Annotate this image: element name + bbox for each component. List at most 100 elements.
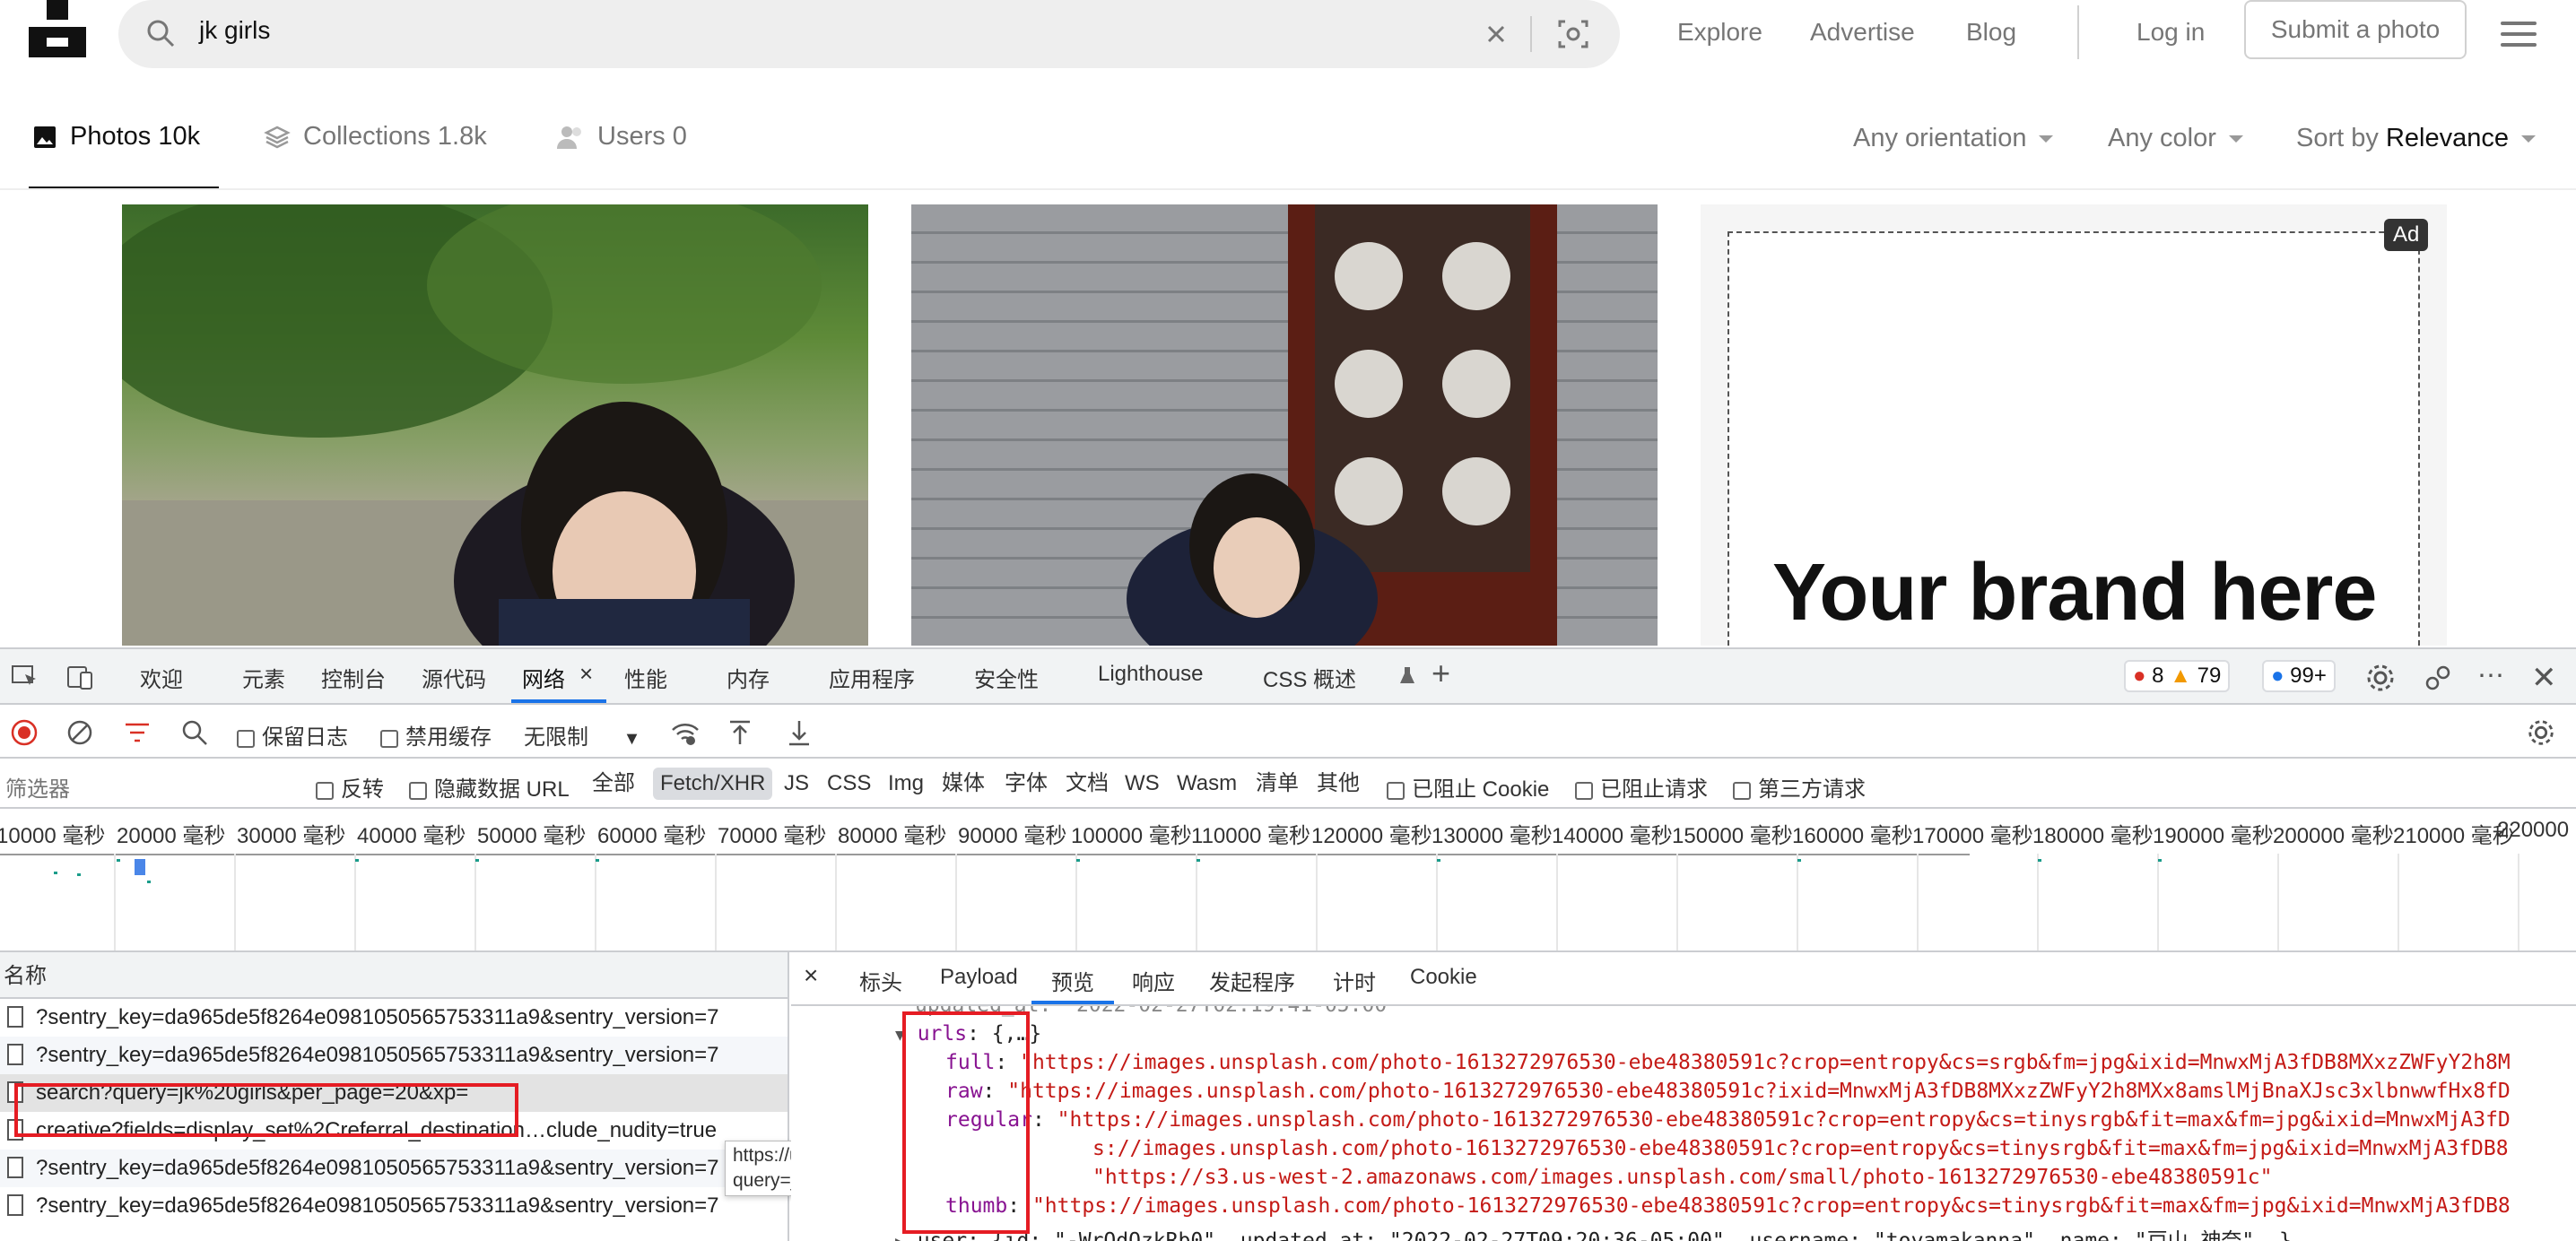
tick-label: 30000 毫秒 — [237, 824, 346, 848]
nav-blog[interactable]: Blog — [1966, 18, 2016, 47]
detail-tab-headers[interactable]: 标头 — [859, 965, 902, 996]
issues-badge[interactable]: ● 8 ▲ 79 — [2124, 660, 2231, 692]
login-link[interactable]: Log in — [2137, 18, 2205, 47]
header-divider — [2077, 5, 2079, 59]
photo-result-1[interactable] — [122, 204, 868, 646]
add-tab-icon[interactable]: + — [1432, 655, 1450, 692]
filter-type-ws[interactable]: WS — [1118, 768, 1167, 800]
customize-icon[interactable] — [2422, 662, 2454, 699]
devtools-tab-application[interactable]: 应用程序 — [829, 662, 915, 693]
filter-type-css[interactable]: CSS — [820, 768, 878, 800]
filter-type-other[interactable]: 其他 — [1310, 768, 1367, 800]
close-detail-icon[interactable]: × — [804, 961, 818, 990]
devtools-tab-css-overview[interactable]: CSS 概述 — [1263, 662, 1356, 693]
detail-tab-preview[interactable]: 预览 — [1051, 965, 1094, 996]
blocked-requests-checkbox[interactable]: 已阻止请求 — [1575, 771, 1708, 803]
search-bar[interactable]: jk girls — [118, 0, 1620, 68]
json-line-small: s://images.unsplash.com/photo-1613272976… — [1092, 1137, 2509, 1160]
detail-tab-initiator[interactable]: 发起程序 — [1209, 965, 1295, 996]
devtools-tab-security[interactable]: 安全性 — [974, 662, 1039, 693]
filter-type-media[interactable]: 媒体 — [935, 768, 992, 800]
json-preview[interactable]: updated_at: "2022-02-27T02:19:41-05:00" … — [791, 1006, 2576, 1241]
table-row[interactable]: ?sentry_key=da965de5f8264e09810505657533… — [0, 1187, 788, 1225]
json-line-user[interactable]: ▶ user: {id: "-WrOdOzkRb0", updated_at: … — [895, 1223, 2292, 1241]
settings-gear-icon[interactable] — [2364, 662, 2397, 699]
error-count: 8 — [2152, 664, 2164, 688]
detail-tab-response[interactable]: 响应 — [1132, 965, 1175, 996]
tick-label: 210000 毫秒 — [2393, 824, 2514, 848]
users-icon — [557, 126, 581, 149]
table-row[interactable]: ?sentry_key=da965de5f8264e09810505657533… — [0, 1037, 788, 1074]
filter-type-manifest[interactable]: 清单 — [1249, 768, 1306, 800]
filter-type-js[interactable]: JS — [777, 768, 816, 800]
detail-tab-cookie[interactable]: Cookie — [1410, 965, 1477, 990]
devtools-tab-network[interactable]: 网络 — [522, 662, 565, 693]
filter-type-fetch-xhr[interactable]: Fetch/XHR — [653, 768, 773, 800]
more-options-icon[interactable]: ⋯ — [2477, 660, 2504, 691]
devtools-tab-sources[interactable]: 源代码 — [422, 662, 486, 693]
clear-icon[interactable] — [66, 719, 93, 751]
tick-label: 110000 毫秒 — [1191, 824, 1310, 848]
import-har-icon[interactable] — [727, 719, 753, 751]
table-row[interactable]: ?sentry_key=da965de5f8264e09810505657533… — [0, 1150, 788, 1187]
filter-type-img[interactable]: Img — [881, 768, 931, 800]
filter-type-doc[interactable]: 文档 — [1058, 768, 1116, 800]
disable-cache-checkbox[interactable]: 禁用缓存 — [380, 719, 492, 751]
devtools-tab-welcome[interactable]: 欢迎 — [140, 662, 183, 693]
throttle-select[interactable]: 无限制 ▼ — [524, 719, 640, 751]
invert-checkbox[interactable]: 反转 — [316, 771, 384, 803]
search-icon[interactable] — [181, 719, 208, 751]
hide-data-url-checkbox[interactable]: 隐藏数据 URL — [409, 771, 570, 803]
message-icon: ● — [2271, 664, 2284, 688]
filter-type-font[interactable]: 字体 — [997, 768, 1055, 800]
close-tab-icon[interactable]: × — [579, 660, 593, 688]
filter-icon[interactable] — [124, 721, 151, 749]
detail-tab-timing[interactable]: 计时 — [1333, 965, 1376, 996]
inspect-element-icon[interactable] — [11, 664, 39, 697]
devtools-tab-console[interactable]: 控制台 — [321, 662, 386, 693]
network-conditions-icon[interactable] — [671, 721, 700, 751]
orientation-filter[interactable]: Any orientation — [1853, 124, 2054, 153]
devtools-tab-lighthouse[interactable]: Lighthouse — [1098, 662, 1203, 687]
table-row[interactable]: ?sentry_key=da965de5f8264e09810505657533… — [0, 999, 788, 1037]
nav-explore[interactable]: Explore — [1677, 18, 1762, 47]
tick-label: 90000 毫秒 — [958, 824, 1067, 848]
export-har-icon[interactable] — [786, 719, 813, 751]
filter-type-all[interactable]: 全部 — [585, 768, 642, 800]
third-party-checkbox[interactable]: 第三方请求 — [1733, 771, 1866, 803]
clear-search-icon[interactable] — [1480, 18, 1512, 55]
photo-result-2[interactable] — [911, 204, 1658, 646]
tab-users[interactable]: Users 0 — [556, 122, 687, 152]
detail-tab-payload[interactable]: Payload — [940, 965, 1018, 990]
tab-users-label: Users 0 — [597, 122, 687, 151]
record-icon[interactable] — [11, 719, 38, 751]
submit-photo-button[interactable]: Submit a photo — [2244, 0, 2467, 59]
devtools-tab-performance[interactable]: 性能 — [624, 662, 667, 693]
messages-badge[interactable]: ● 99+ — [2262, 660, 2336, 692]
tab-photos[interactable]: Photos 10k — [32, 122, 200, 152]
network-settings-gear-icon[interactable] — [2526, 717, 2556, 752]
close-devtools-icon[interactable]: ✕ — [2531, 660, 2557, 696]
tick-label: 200000 毫秒 — [2273, 824, 2394, 848]
filter-input[interactable]: 筛选器 — [5, 771, 70, 803]
timeline-ruler: 10000 毫秒 20000 毫秒 30000 毫秒 40000 毫秒 5000… — [0, 809, 2576, 854]
name-column-header[interactable]: 名称 — [0, 952, 789, 999]
timeline-overview[interactable] — [0, 852, 2576, 952]
tab-collections[interactable]: Collections 1.8k — [264, 122, 487, 152]
network-toolbar: 保留日志 禁用缓存 无限制 ▼ — [0, 705, 2576, 759]
nav-advertise[interactable]: Advertise — [1810, 18, 1915, 47]
sort-filter[interactable]: Sort by Relevance — [2296, 124, 2536, 153]
filter-type-wasm[interactable]: Wasm — [1170, 768, 1244, 800]
devtools-tab-elements[interactable]: 元素 — [242, 662, 285, 693]
message-count: 99+ — [2290, 664, 2327, 688]
search-icon — [145, 18, 176, 53]
device-toolbar-icon[interactable] — [66, 664, 95, 697]
menu-icon[interactable] — [2501, 22, 2537, 54]
unsplash-logo-icon[interactable] — [29, 0, 86, 57]
blocked-cookies-checkbox[interactable]: 已阻止 Cookie — [1387, 771, 1549, 803]
preserve-log-checkbox[interactable]: 保留日志 — [237, 719, 348, 751]
color-filter[interactable]: Any color — [2108, 124, 2243, 153]
search-input[interactable]: jk girls — [199, 16, 270, 45]
visual-search-icon[interactable] — [1557, 18, 1589, 55]
devtools-tab-memory[interactable]: 内存 — [727, 662, 770, 693]
